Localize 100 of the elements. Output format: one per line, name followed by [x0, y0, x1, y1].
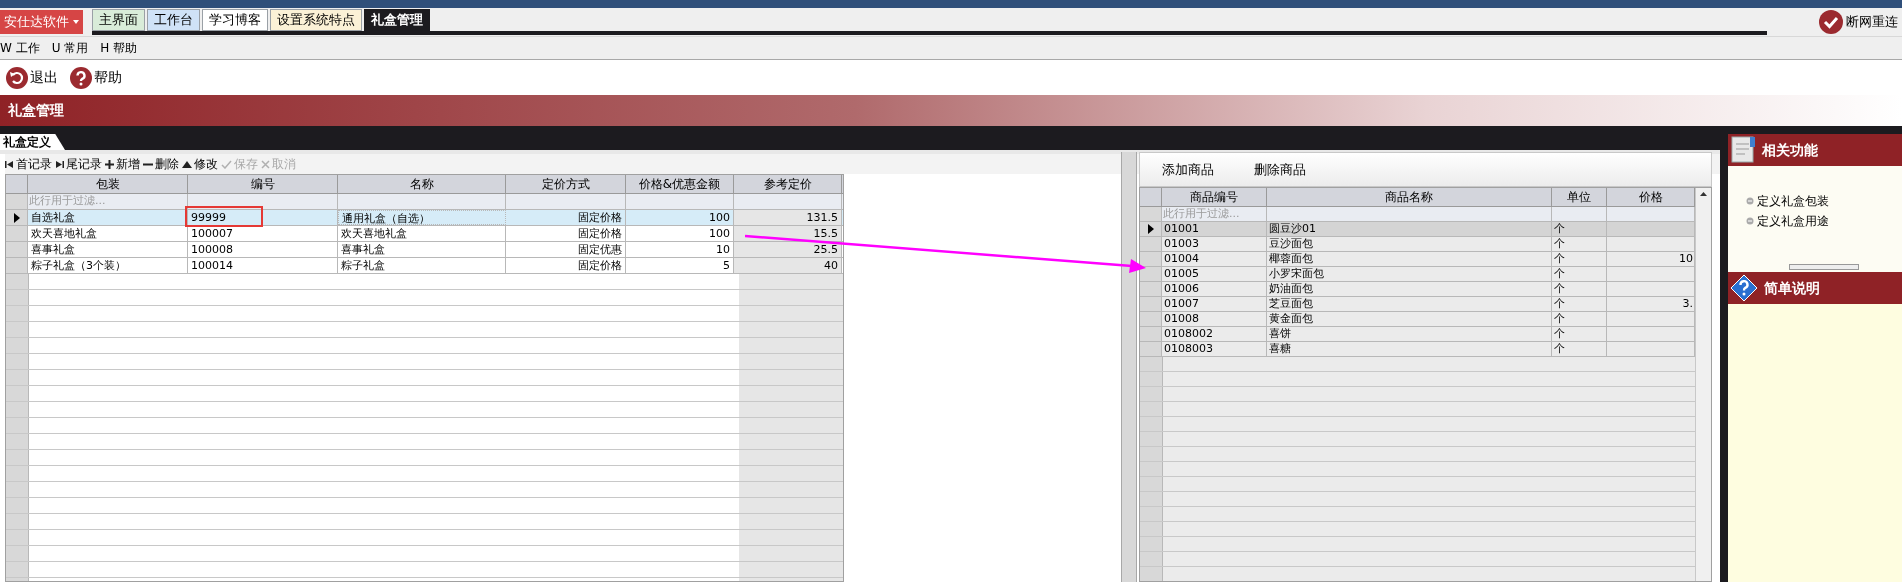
splitter-handle[interactable]: [1789, 264, 1859, 270]
table-row[interactable]: 01004 椰蓉面包 个 10: [1140, 252, 1695, 267]
column-header[interactable]: 单位: [1552, 188, 1607, 206]
grid-toolbar-button[interactable]: 删除: [143, 155, 179, 173]
table-cell: 100007: [188, 226, 338, 241]
plus-icon: [105, 159, 114, 169]
section-header[interactable]: 相关功能: [1728, 134, 1902, 166]
table-cell: 100008: [188, 242, 338, 257]
table-row[interactable]: 粽子礼盒（3个装） 100014 粽子礼盒 固定价格 5 40: [6, 258, 843, 274]
tab[interactable]: 工作台: [147, 9, 200, 31]
scroll-up-icon: [1700, 192, 1707, 196]
grid-toolbar-button[interactable]: 修改: [182, 155, 218, 173]
tab[interactable]: 设置系统特点: [270, 9, 362, 31]
bullet-icon: [1746, 197, 1754, 205]
table-row[interactable]: 0108003 喜糖 个: [1140, 342, 1695, 357]
section-header[interactable]: 简单说明: [1728, 272, 1902, 304]
table-row[interactable]: 0108002 喜饼 个: [1140, 327, 1695, 342]
grid-toolbar-button[interactable]: 新增: [105, 155, 140, 173]
table-cell: 25.5: [734, 242, 842, 257]
bullet-icon: [1746, 217, 1754, 225]
help-icon: [70, 66, 92, 89]
row-header: [1140, 327, 1162, 341]
table-cell: 黄金面包: [1267, 312, 1552, 326]
table-row[interactable]: 01003 豆沙面包 个: [1140, 237, 1695, 252]
caret-icon: [73, 20, 79, 24]
table-cell: 01006: [1162, 282, 1267, 296]
table-row[interactable]: 01001 圆豆沙01 个: [1140, 222, 1695, 237]
row-header: [1140, 312, 1162, 326]
table-cell: 个: [1552, 297, 1607, 311]
document-icon: [1730, 136, 1756, 164]
table-cell: 个: [1552, 312, 1607, 326]
table-cell: 通用礼盒（自选）: [338, 210, 506, 225]
table-cell: 40: [734, 258, 842, 273]
table-cell: 131.5: [734, 210, 842, 225]
table-cell: 01008: [1162, 312, 1267, 326]
table-cell: 芝豆面包: [1267, 297, 1552, 311]
table-cell: 01001: [1162, 222, 1267, 236]
table-cell: 粽子礼盒: [338, 258, 506, 273]
table-cell: 个: [1552, 267, 1607, 281]
function-link[interactable]: 定义礼盒用途: [1746, 212, 1902, 230]
triangle-icon: [182, 159, 192, 169]
table-cell: 固定价格: [506, 210, 626, 225]
row-header: [1140, 297, 1162, 311]
row-header: [1140, 342, 1162, 356]
app-menu-button[interactable]: 安仕达软件: [0, 10, 83, 34]
table-cell: 喜事礼盒: [28, 242, 188, 257]
scrollbar[interactable]: [1695, 188, 1711, 581]
table-cell: 个: [1552, 342, 1607, 356]
splitter-bar[interactable]: [1121, 152, 1137, 582]
table-row[interactable]: 01007 芝豆面包 个 3.: [1140, 297, 1695, 312]
table-cell: 固定价格: [506, 226, 626, 241]
table-row[interactable]: 01005 小罗宋面包 个: [1140, 267, 1695, 282]
exit-button[interactable]: 退出: [6, 66, 58, 89]
table-cell: 01005: [1162, 267, 1267, 281]
table-row[interactable]: 01008 黄金面包 个: [1140, 312, 1695, 327]
table-cell: 个: [1552, 282, 1607, 296]
menu-item[interactable]: U 常用: [51, 39, 89, 57]
last-record-icon: [55, 159, 64, 169]
delete-product-button[interactable]: 删除商品: [1254, 159, 1306, 180]
column-header[interactable]: 编号: [188, 175, 338, 193]
add-product-button[interactable]: 添加商品: [1162, 159, 1214, 180]
table-cell: 自选礼盒: [28, 210, 188, 225]
checkmark-icon: [1819, 10, 1843, 34]
table-cell: 圆豆沙01: [1267, 222, 1552, 236]
column-header[interactable]: 定价方式: [506, 175, 626, 193]
column-header[interactable]: 商品编号: [1162, 188, 1267, 206]
help-button[interactable]: 帮助: [70, 66, 122, 89]
row-header: [1140, 267, 1162, 281]
table-row[interactable]: 01006 奶油面包 个: [1140, 282, 1695, 297]
table-cell: 0108002: [1162, 327, 1267, 341]
column-header[interactable]: 包装: [28, 175, 188, 193]
section-tab[interactable]: 礼盒定义: [0, 134, 65, 150]
table-row[interactable]: 欢天喜地礼盒 100007 欢天喜地礼盒 固定价格 100 15.5: [6, 226, 843, 242]
row-header: [1140, 252, 1162, 266]
table-cell: 个: [1552, 252, 1607, 266]
grid-toolbar-button[interactable]: 尾记录: [55, 155, 102, 173]
menu-item[interactable]: H 帮助: [100, 39, 138, 57]
column-header[interactable]: 价格&优惠金额: [626, 175, 734, 193]
tab[interactable]: 学习博客: [202, 9, 268, 31]
tab[interactable]: 礼盒管理: [364, 9, 430, 31]
table-cell: 欢天喜地礼盒: [338, 226, 506, 241]
table-cell: 固定优惠: [506, 242, 626, 257]
row-header: [1140, 282, 1162, 296]
tab[interactable]: 主界面: [92, 9, 145, 31]
table-cell: 奶油面包: [1267, 282, 1552, 296]
row-header: [1140, 237, 1162, 251]
menu-item[interactable]: W 工作: [0, 39, 40, 57]
table-cell: 个: [1552, 222, 1607, 236]
column-header[interactable]: 商品名称: [1267, 188, 1552, 206]
status-label[interactable]: 断网重连: [1846, 12, 1898, 32]
column-header[interactable]: 名称: [338, 175, 506, 193]
checkmark-icon: [221, 159, 232, 169]
table-cell: 99999: [188, 210, 338, 225]
column-header[interactable]: 参考定价: [734, 175, 842, 193]
table-cell: 个: [1552, 237, 1607, 251]
function-link[interactable]: 定义礼盒包装: [1746, 192, 1902, 210]
banner: 礼盒管理: [0, 95, 1902, 126]
table-row[interactable]: 自选礼盒 99999 通用礼盒（自选） 固定价格 100 131.5: [6, 210, 843, 226]
grid-toolbar-button[interactable]: 首记录: [5, 155, 52, 173]
table-row[interactable]: 喜事礼盒 100008 喜事礼盒 固定优惠 10 25.5: [6, 242, 843, 258]
